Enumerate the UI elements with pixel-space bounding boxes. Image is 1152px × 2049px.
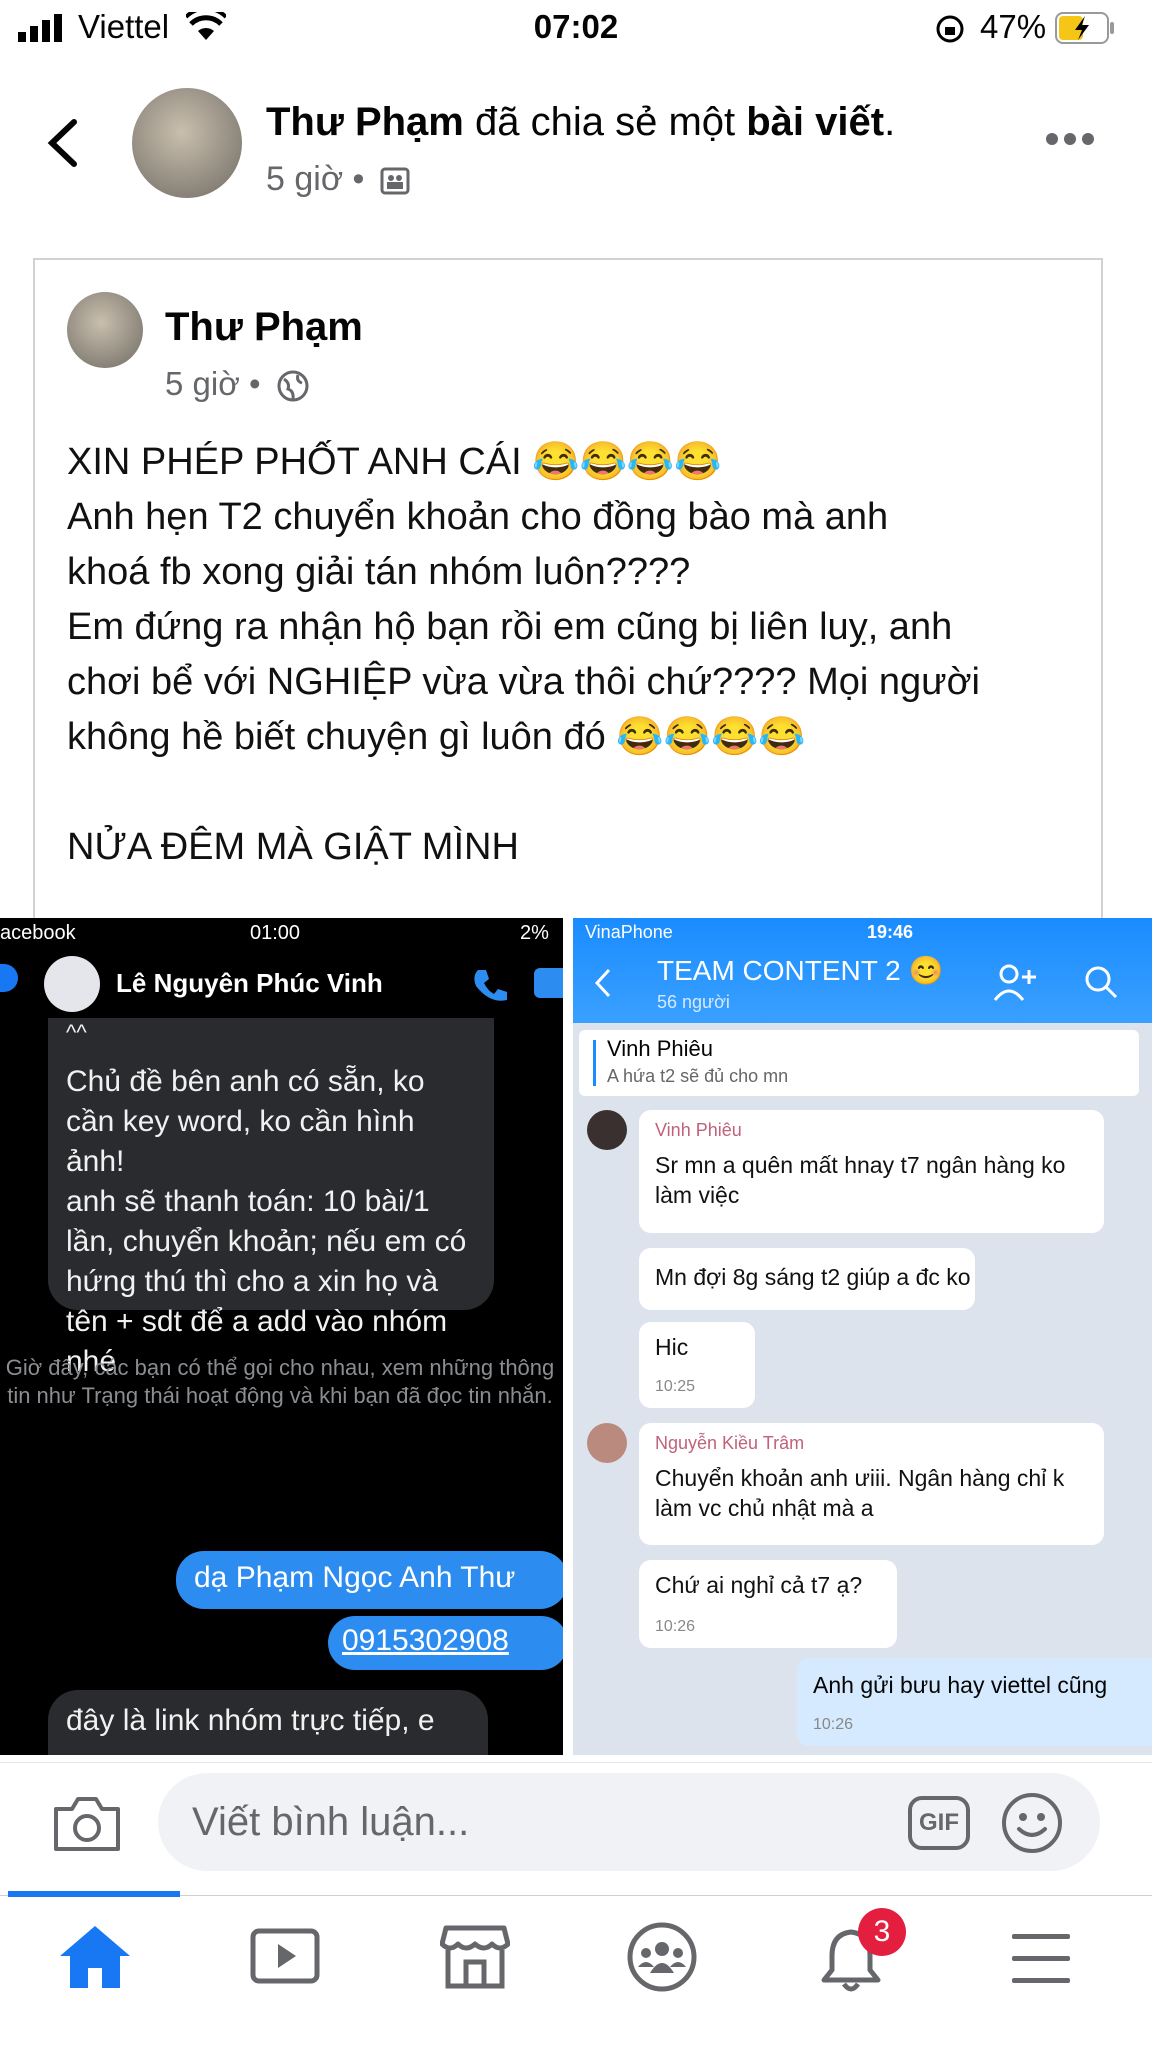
globe-icon [277,370,309,402]
zalo-message-4: Nguyễn Kiều Trâm Chuyển khoản anh ưiii. … [639,1423,1104,1545]
message-6-time: 10:26 [813,1716,854,1733]
watch-icon[interactable] [250,1928,320,1988]
message-5-time: 10:26 [655,1618,696,1635]
video-call-icon [534,968,563,998]
zalo-message-6-sent: Anh gửi bưu hay viettel cũng 10:26 [797,1658,1152,1746]
contact-avatar [44,956,100,1012]
menu-icon[interactable] [1010,1932,1072,1986]
message-bubble-sent-name: dạ Phạm Ngọc Anh Thư [176,1551,563,1609]
header-author-name[interactable]: Thư Phạm [266,100,464,144]
sender-avatar-1 [587,1110,627,1150]
zalo-message-5: Chứ ai nghỉ cả t7 ạ? 10:26 [639,1560,897,1648]
header-period: . [884,100,896,144]
battery-icon [1055,12,1114,44]
zalo-header: VinaPhone 19:46 TEAM CONTENT 2 😊 56 ngườ… [573,918,1152,1023]
messenger-status-time: 01:00 [250,922,301,944]
sent-phone-link[interactable]: 0915302908 [342,1624,509,1658]
post-author-name[interactable]: Thư Phạm [165,305,363,350]
camera-icon[interactable] [52,1795,122,1853]
zalo-back-icon [594,968,611,998]
zalo-message-3: Hic 10:25 [639,1322,755,1408]
message-bubble-link: đây là link nhóm trực tiếp, e [48,1690,488,1755]
bottom-nav [0,1895,1152,2049]
message-6-text: Anh gửi bưu hay viettel cũng [813,1672,1108,1698]
message-2-text: Mn đợi 8g sáng t2 giúp a đc ko [655,1264,971,1290]
groups-icon[interactable] [626,1921,698,1993]
post-author-avatar[interactable] [67,292,143,368]
message-bubble-received: ^^ Chủ đề bên anh có sẵn, ko cần key wor… [48,1018,494,1378]
message-3-time: 10:25 [655,1378,696,1395]
sent-name-text: dạ Phạm Ngọc Anh Thư [194,1561,516,1594]
more-options-icon[interactable] [1045,132,1095,146]
contact-name: Lê Nguyên Phúc Vinh [116,968,383,998]
post-time: 5 giờ • [165,365,261,402]
sender-avatar-2 [587,1423,627,1463]
comment-placeholder: Viết bình luận... [192,1800,470,1844]
gif-button[interactable]: GIF [908,1796,970,1850]
message-caret: ^^ [66,1020,87,1045]
messenger-status-app: acebook [0,922,76,944]
message-bubble-sent-phone[interactable]: 0915302908 [328,1616,563,1670]
status-bar: Viettel 07:02 47% [0,0,1152,60]
back-icon[interactable] [44,118,80,168]
zalo-group-members: 56 người [657,992,730,1012]
pinned-message: Vinh Phiêu A hứa t2 sẽ đủ cho mn [579,1030,1139,1096]
zalo-status-carrier: VinaPhone [585,922,673,942]
message-text: Chủ đề bên anh có sẵn, ko cần key word, … [66,1065,467,1378]
sender-name-2: Nguyễn Kiều Trâm [655,1433,805,1453]
messenger-system-note: Giờ đây, các bạn có thể gọi cho nhau, xe… [5,1355,555,1408]
messenger-screenshot[interactable]: acebook 01:00 2% Lê Nguyên Phúc Vinh ^^ … [0,918,563,1755]
header-post-link[interactable]: bài viết [746,100,884,144]
home-icon[interactable] [58,1924,132,1990]
sender-name-1: Vinh Phiêu [655,1120,742,1140]
audience-friends-icon [380,167,410,195]
zalo-message-2: Mn đợi 8g sáng t2 giúp a đc ko [639,1248,975,1310]
message-5-text: Chứ ai nghỉ cả t7 ạ? [655,1572,863,1598]
rotation-lock-icon [936,15,964,43]
call-icon [474,970,507,1001]
header-meta: 5 giờ • [266,160,410,199]
battery-percent: 47% [980,8,1047,45]
pinned-sender: Vinh Phiêu [607,1036,714,1061]
message-link-text: đây là link nhóm trực tiếp, e [66,1704,435,1737]
message-4-text: Chuyển khoản anh ưiii. Ngân hàng chỉ k l… [655,1465,1065,1521]
share-header-title: Thư Phạm đã chia sẻ một bài viết. [266,100,895,145]
zalo-message-1: Vinh Phiêu Sr mn a quên mất hnay t7 ngân… [639,1110,1104,1233]
back-badge-icon [0,964,18,992]
notification-badge: 3 [858,1908,906,1956]
header-action-text: đã chia sẻ một [463,100,747,144]
header-time: 5 giờ • [266,160,365,198]
zalo-group-name: TEAM CONTENT 2 😊 [657,955,944,986]
pinned-text: A hứa t2 sẽ đủ cho mn [607,1066,789,1086]
zalo-screenshot[interactable]: VinaPhone 19:46 TEAM CONTENT 2 😊 56 ngườ… [573,918,1152,1755]
message-3-text: Hic [655,1334,689,1360]
post-meta: 5 giờ • [165,365,310,403]
post-text: XIN PHÉP PHỐT ANH CÁI 😂😂😂😂 Anh hẹn T2 ch… [67,441,980,868]
message-1-text: Sr mn a quên mất hnay t7 ngân hàng ko là… [655,1152,1066,1208]
marketplace-icon[interactable] [440,1924,510,1990]
messenger-status-battery: 2% [520,922,549,944]
zalo-status-time: 19:46 [867,922,914,942]
emoji-icon[interactable] [1000,1791,1064,1855]
home-tab-indicator [8,1891,180,1897]
author-avatar[interactable] [132,88,242,198]
zalo-search-icon [1085,966,1118,999]
add-member-icon [993,964,1036,1001]
